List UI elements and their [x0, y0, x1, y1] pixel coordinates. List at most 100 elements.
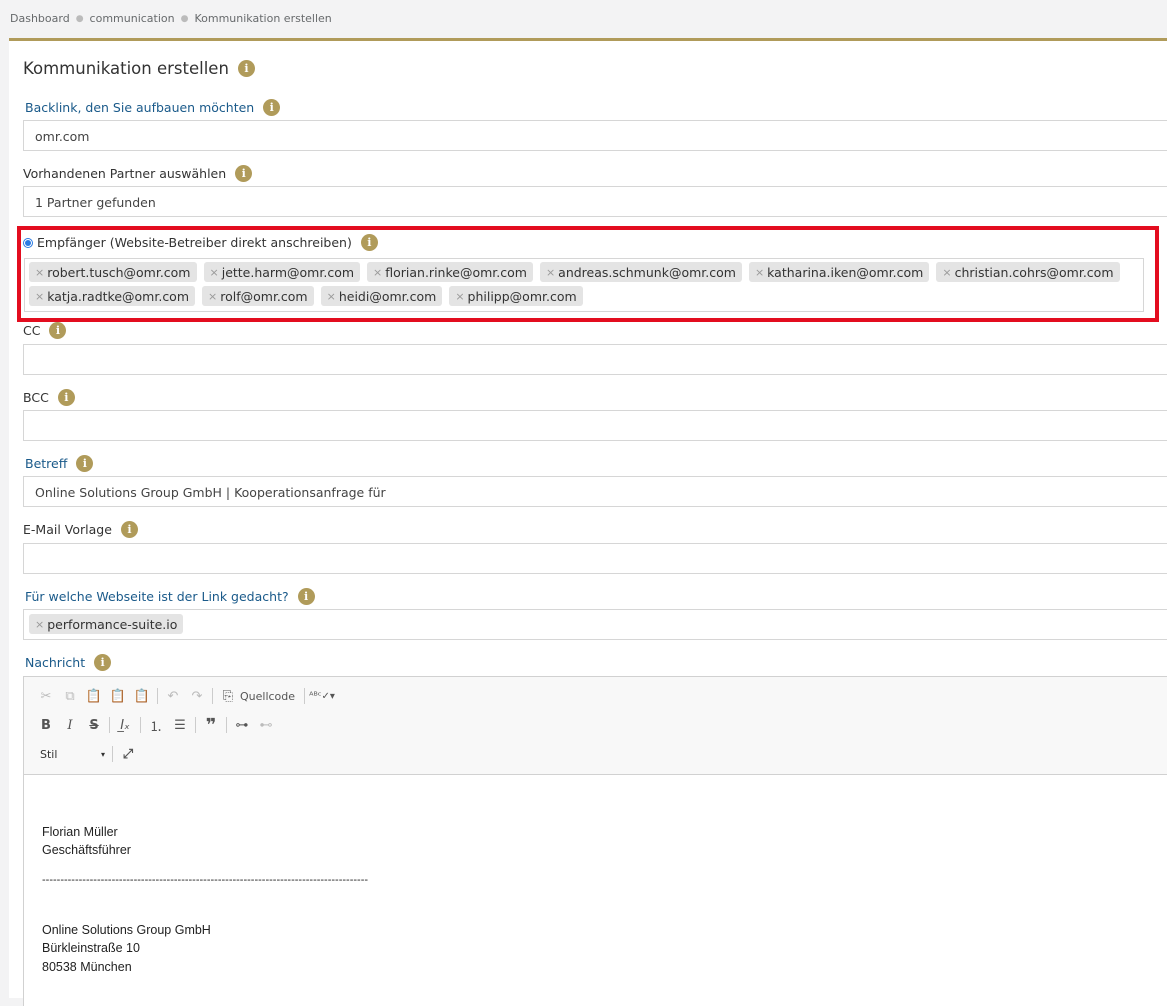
recipients-radio[interactable] — [23, 237, 33, 248]
remove-tag-icon[interactable]: × — [455, 290, 464, 303]
recipient-email: christian.cohrs@omr.com — [954, 264, 1114, 280]
style-dropdown[interactable]: Stil ▾ — [34, 744, 109, 764]
recipient-email: andreas.schmunk@omr.com — [558, 264, 736, 280]
info-icon[interactable]: i — [76, 455, 94, 472]
body-line: Florian Müller — [42, 825, 118, 839]
body-line: ----------------------------------------… — [42, 874, 369, 886]
recipients-label: Empfänger (Website-Betreiber direkt ansc… — [23, 234, 378, 251]
toolbar-divider — [157, 688, 158, 704]
strikethrough-icon[interactable]: S — [82, 714, 106, 736]
bcc-input[interactable] — [23, 410, 1167, 441]
paste-word-icon[interactable]: 📋 — [130, 685, 154, 707]
recipient-tag[interactable]: × philipp@omr.com — [449, 286, 583, 306]
recipient-tag[interactable]: × andreas.schmunk@omr.com — [539, 262, 742, 282]
template-label-text: E-Mail Vorlage — [23, 522, 112, 537]
recipients-tag-input[interactable]: × robert.tusch@omr.com × jette.harm@omr.co… — [24, 258, 1144, 312]
remove-tag-icon[interactable]: × — [327, 290, 336, 303]
info-icon[interactable]: i — [235, 165, 253, 182]
maximize-icon[interactable]: ⤢ — [116, 743, 140, 765]
editor-toolbar-row-3: Stil ▾ ⤢ — [34, 743, 140, 765]
recipient-email: philipp@omr.com — [467, 288, 577, 304]
style-dropdown-label: Stil — [40, 747, 58, 761]
toolbar-divider — [140, 717, 141, 733]
body-line: Geschäftsführer — [42, 843, 131, 857]
toolbar-divider — [226, 717, 227, 733]
toolbar-divider — [304, 688, 306, 704]
redo-icon[interactable]: ↷ — [185, 685, 209, 707]
bulleted-list-icon[interactable]: ☰ — [168, 714, 192, 736]
recipients-highlight: Empfänger (Website-Betreiber direkt ansc… — [17, 226, 1159, 322]
cc-label-text: CC — [23, 323, 41, 338]
website-label: Für welche Webseite ist der Link gedacht… — [25, 588, 315, 605]
recipient-tag[interactable]: × rolf@omr.com — [202, 286, 314, 306]
remove-tag-icon[interactable]: × — [755, 266, 764, 279]
undo-icon[interactable]: ↶ — [161, 685, 185, 707]
cc-label: CC i — [23, 322, 67, 339]
remove-tag-icon[interactable]: × — [35, 618, 44, 631]
paste-icon[interactable]: 📋 — [82, 685, 106, 707]
remove-tag-icon[interactable]: × — [208, 290, 217, 303]
toolbar-divider — [195, 717, 196, 733]
remove-tag-icon[interactable]: × — [35, 290, 44, 303]
recipient-tag[interactable]: × katharina.iken@omr.com — [748, 262, 930, 282]
breadcrumb-communication[interactable]: communication — [90, 12, 175, 25]
recipient-tag[interactable]: × christian.cohrs@omr.com — [936, 262, 1120, 282]
toolbar-divider — [109, 717, 110, 733]
remove-tag-icon[interactable]: × — [373, 266, 382, 279]
paste-text-icon[interactable]: 📋 — [106, 685, 130, 707]
cut-icon[interactable]: ✂ — [34, 685, 58, 707]
recipient-email: rolf@omr.com — [220, 288, 308, 304]
source-code-icon[interactable]: ⎘ — [216, 685, 240, 707]
backlink-input[interactable]: omr.com — [23, 120, 1167, 151]
recipient-tag[interactable]: × katja.radtke@omr.com — [29, 286, 196, 306]
website-label-text: Für welche Webseite ist der Link gedacht… — [25, 589, 289, 604]
info-icon[interactable]: i — [49, 322, 67, 339]
template-select[interactable] — [23, 543, 1167, 574]
info-icon[interactable]: i — [57, 389, 75, 406]
subject-input[interactable]: Online Solutions Group GmbH | Kooperatio… — [23, 476, 1167, 507]
blockquote-icon[interactable]: ❞ — [199, 714, 223, 736]
unlink-icon[interactable]: ⊷ — [254, 714, 278, 736]
remove-format-icon[interactable]: I̲ₓ — [113, 714, 137, 736]
remove-tag-icon[interactable]: × — [942, 266, 951, 279]
source-code-button[interactable]: Quellcode — [240, 690, 295, 703]
toolbar-divider — [212, 688, 213, 704]
body-line: 80538 München — [42, 960, 132, 974]
info-icon[interactable]: i — [237, 60, 255, 77]
info-icon[interactable]: i — [360, 234, 378, 251]
recipient-email: katja.radtke@omr.com — [47, 288, 190, 304]
remove-tag-icon[interactable]: × — [210, 266, 219, 279]
bold-icon[interactable]: B — [34, 714, 58, 736]
website-tag-text: performance-suite.io — [47, 616, 178, 632]
link-icon[interactable]: ⊶ — [230, 714, 254, 736]
remove-tag-icon[interactable]: × — [35, 266, 44, 279]
info-icon[interactable]: i — [263, 99, 281, 116]
recipient-tag[interactable]: × florian.rinke@omr.com — [367, 262, 533, 282]
numbered-list-icon[interactable]: ⒈ — [144, 714, 168, 736]
editor-content[interactable]: Florian Müller Geschäftsführer ---------… — [24, 774, 1167, 1006]
website-tag-input[interactable]: × performance-suite.io — [23, 609, 1167, 640]
info-icon[interactable]: i — [120, 521, 138, 538]
bcc-label-text: BCC — [23, 390, 49, 405]
cc-input[interactable] — [23, 344, 1167, 375]
page-title: Kommunikation erstellen i — [23, 59, 255, 78]
spellcheck-icon[interactable]: ᴬᴮᶜ✓▾ — [308, 685, 336, 707]
editor-toolbar-row-1: ✂ ⧉ 📋 📋 📋 ↶ ↷ ⎘ Quellcode ᴬᴮᶜ✓▾ — [34, 685, 336, 707]
website-tag[interactable]: × performance-suite.io — [29, 614, 184, 634]
recipient-tag[interactable]: × heidi@omr.com — [320, 286, 443, 306]
info-icon[interactable]: i — [297, 588, 315, 605]
remove-tag-icon[interactable]: × — [546, 266, 555, 279]
recipient-email: robert.tusch@omr.com — [47, 264, 191, 280]
body-line: Online Solutions Group GmbH — [42, 923, 211, 937]
recipient-tag[interactable]: × robert.tusch@omr.com — [29, 262, 197, 282]
breadcrumb-dashboard[interactable]: Dashboard — [10, 12, 70, 25]
copy-icon[interactable]: ⧉ — [58, 685, 82, 707]
italic-icon[interactable]: I — [58, 714, 82, 736]
subject-value: Online Solutions Group GmbH | Kooperatio… — [35, 485, 386, 500]
partner-select[interactable]: 1 Partner gefunden — [23, 186, 1167, 217]
backlink-label-text: Backlink, den Sie aufbauen möchten — [25, 100, 255, 115]
recipient-tag[interactable]: × jette.harm@omr.com — [203, 262, 361, 282]
rich-text-editor: ✂ ⧉ 📋 📋 📋 ↶ ↷ ⎘ Quellcode ᴬᴮᶜ✓▾ B I S I̲… — [23, 676, 1167, 1006]
form-panel: Kommunikation erstellen i Backlink, den … — [9, 38, 1167, 1006]
info-icon[interactable]: i — [94, 654, 112, 671]
